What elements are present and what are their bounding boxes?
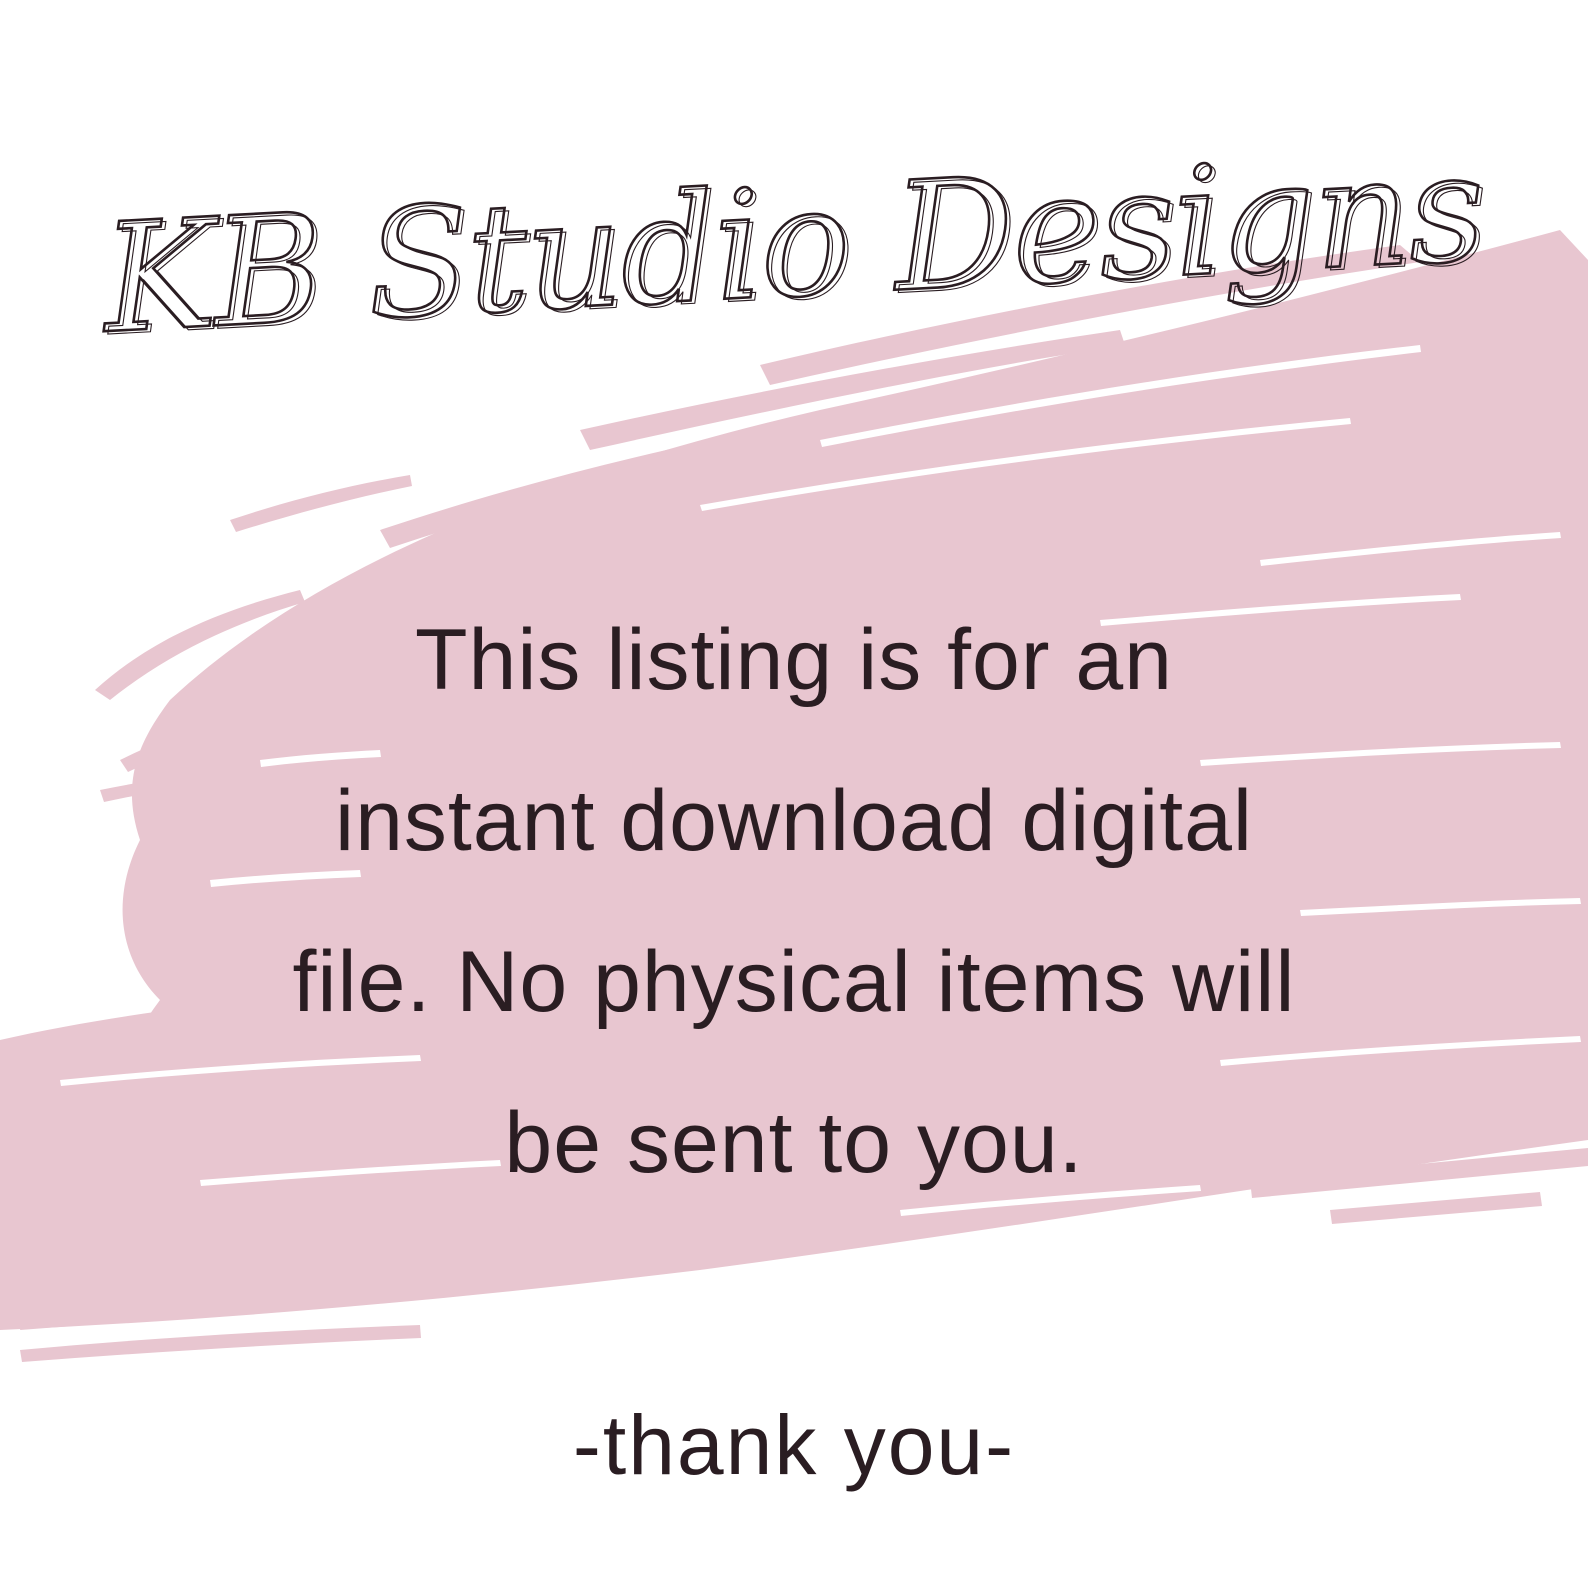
brand-logo-text-shadow: KB Studio Designs bbox=[100, 124, 1491, 370]
brand-logo: KB Studio Designs KB Studio Designs bbox=[94, 120, 1491, 371]
message-line: instant download digital bbox=[334, 773, 1254, 869]
message-line: file. No physical items will bbox=[292, 934, 1296, 1030]
message-line: be sent to you. bbox=[504, 1095, 1084, 1191]
listing-message: This listing is for an instant download … bbox=[40, 580, 1548, 1224]
message-line: This listing is for an bbox=[414, 612, 1174, 708]
thank-you-signoff: -thank you- bbox=[572, 1398, 1016, 1492]
listing-notice-card: KB Studio Designs KB Studio Designs This… bbox=[0, 0, 1588, 1588]
